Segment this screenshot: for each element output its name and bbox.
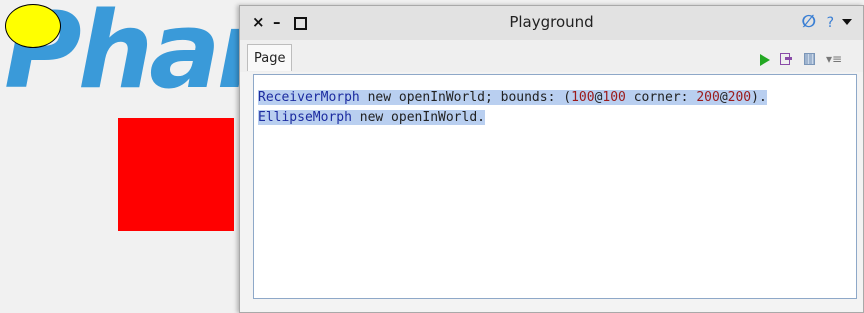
code-class-name: ReceiverMorph <box>258 90 360 105</box>
code-text-segment: new openInWorld; bounds: ( <box>359 90 572 105</box>
code-text-segment: corner: <box>625 90 697 105</box>
receiver-morph[interactable] <box>118 118 234 231</box>
inspect-icon[interactable] <box>804 53 815 65</box>
code-text: ReceiverMorph new openInWorld; bounds: (… <box>258 88 767 128</box>
window-title: Playground <box>509 13 594 31</box>
ellipse-morph[interactable] <box>5 4 61 48</box>
sync-icon[interactable]: ∅ <box>801 13 816 31</box>
code-text-segment: ). <box>751 90 767 105</box>
code-text-segment: new openInWorld. <box>351 110 485 125</box>
code-editor[interactable]: ReceiverMorph new openInWorld; bounds: (… <box>253 74 857 299</box>
tab-bar: Page ▾≡ <box>240 40 863 72</box>
playground-window[interactable]: × – Playground ∅ ? Page ▾≡ ReceiverMorph… <box>239 5 864 313</box>
help-icon[interactable]: ? <box>827 15 834 31</box>
code-number: 200 <box>727 90 752 105</box>
code-number: 200 <box>696 90 720 105</box>
run-icon[interactable] <box>760 54 770 66</box>
tab-page[interactable]: Page <box>247 44 293 71</box>
more-icon[interactable]: ▾≡ <box>826 52 842 66</box>
window-menu-icon[interactable] <box>842 19 852 25</box>
code-number: 100 <box>571 90 595 105</box>
code-line-1: ReceiverMorph new openInWorld; bounds: (… <box>258 88 767 108</box>
code-text-segment: @ <box>719 90 728 105</box>
title-bar[interactable]: × – Playground ∅ ? <box>240 6 863 40</box>
code-number: 100 <box>602 90 626 105</box>
code-class-name: EllipseMorph <box>258 110 352 125</box>
code-line-2: EllipseMorph new openInWorld. <box>258 108 767 128</box>
export-icon[interactable] <box>780 53 792 65</box>
